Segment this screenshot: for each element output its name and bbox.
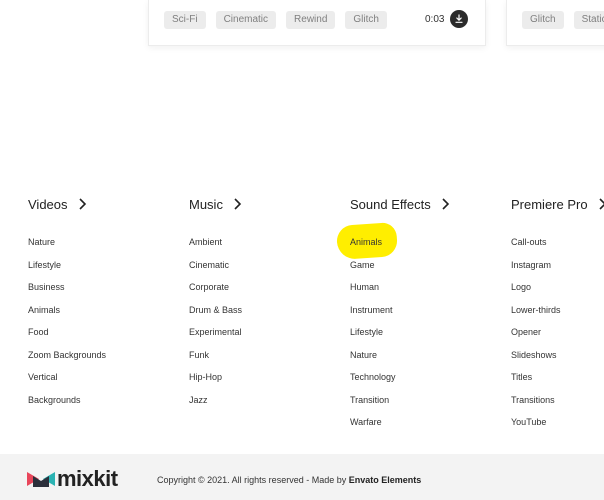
envato-elements-link[interactable]: Envato Elements [349, 475, 422, 485]
footer-link[interactable]: Lower-thirds [511, 304, 561, 327]
footer-link[interactable]: Experimental [189, 326, 242, 349]
chevron-right-icon [599, 198, 604, 210]
footer-heading-videos[interactable]: Videos [28, 195, 178, 213]
footer-heading-premiere-pro[interactable]: Premiere Pro [511, 195, 604, 213]
footer-link[interactable]: Funk [189, 349, 242, 372]
tag[interactable]: Glitch [522, 11, 564, 29]
footer-link[interactable]: Ambient [189, 236, 242, 259]
footer-heading-music[interactable]: Music [189, 195, 339, 213]
logo-wordmark: mixkit [57, 466, 118, 491]
footer-link[interactable]: Jazz [189, 394, 242, 417]
footer-link[interactable]: Titles [511, 371, 561, 394]
duration-label: 0:03 [425, 14, 445, 25]
footer-link[interactable]: Drum & Bass [189, 304, 242, 327]
footer-link[interactable]: Warfare [350, 416, 396, 439]
footer-link[interactable]: Transitions [511, 394, 561, 417]
footer-link[interactable]: Vertical [28, 371, 106, 394]
footer-link[interactable]: Logo [511, 281, 561, 304]
footer-link[interactable]: YouTube [511, 416, 561, 439]
footer-link[interactable]: Lifestyle [28, 259, 106, 282]
copyright-text: Copyright © 2021. All rights reserved - … [157, 475, 421, 485]
footer-link[interactable]: Cinematic [189, 259, 242, 282]
footer-link[interactable]: Human [350, 281, 396, 304]
footer-link[interactable]: Corporate [189, 281, 242, 304]
footer-link[interactable]: Instagram [511, 259, 561, 282]
footer-link[interactable]: Call-outs [511, 236, 561, 259]
footer-column-music: Music Ambient Cinematic Corporate Drum &… [189, 195, 339, 405]
footer-heading-sound-effects[interactable]: Sound Effects [350, 195, 500, 213]
footer-column-sound-effects: Sound Effects Animals Game Human Instrum… [350, 195, 500, 427]
footer-link[interactable]: Hip-Hop [189, 371, 242, 394]
tag[interactable]: Cinematic [215, 11, 277, 29]
sound-card[interactable]: Glitch Static [506, 0, 604, 46]
tag[interactable]: Static [573, 11, 604, 29]
footer-link[interactable]: Opener [511, 326, 561, 349]
footer-link[interactable]: Transition [350, 394, 396, 417]
chevron-right-icon [234, 198, 242, 210]
footer-heading-label: Premiere Pro [511, 196, 588, 212]
footer-link[interactable]: Food [28, 326, 106, 349]
tag[interactable]: Rewind [286, 11, 336, 29]
footer-heading-label: Videos [28, 196, 68, 212]
download-button[interactable] [450, 10, 468, 28]
footer-link[interactable]: Game [350, 259, 396, 282]
tag-list: Sci-Fi Cinematic Rewind Glitch [164, 11, 387, 29]
mixkit-logo-mark-icon [27, 472, 55, 487]
footer-column-premiere-pro: Premiere Pro Call-outs Instagram Logo Lo… [511, 195, 604, 427]
chevron-right-icon [78, 198, 86, 210]
sound-card[interactable]: Sci-Fi Cinematic Rewind Glitch 0:03 [148, 0, 486, 46]
mixkit-logo[interactable]: mixkit [27, 468, 118, 490]
footer-link-highlighted[interactable]: Animals [350, 236, 396, 259]
copyright-prefix: Copyright © 2021. All rights reserved - … [157, 475, 349, 485]
footer-link[interactable]: Lifestyle [350, 326, 396, 349]
footer-heading-label: Music [189, 196, 223, 212]
footer-link[interactable]: Instrument [350, 304, 396, 327]
tag-list: Glitch Static [522, 11, 604, 29]
footer-bottom-bar: mixkit Copyright © 2021. All rights rese… [0, 454, 604, 500]
footer-link[interactable]: Backgrounds [28, 394, 106, 417]
tag[interactable]: Sci-Fi [164, 11, 206, 29]
footer-link[interactable]: Business [28, 281, 106, 304]
tag[interactable]: Glitch [345, 11, 387, 29]
footer-link[interactable]: Slideshows [511, 349, 561, 372]
footer-link[interactable]: Animals [28, 304, 106, 327]
footer-link[interactable]: Nature [28, 236, 106, 259]
chevron-right-icon [442, 198, 449, 210]
footer-link[interactable]: Technology [350, 371, 396, 394]
download-icon [455, 14, 463, 23]
footer-link[interactable]: Zoom Backgrounds [28, 349, 106, 372]
footer-heading-label: Sound Effects [350, 196, 431, 212]
footer-column-videos: Videos Nature Lifestyle Business Animals… [28, 195, 178, 405]
footer-link[interactable]: Nature [350, 349, 396, 372]
